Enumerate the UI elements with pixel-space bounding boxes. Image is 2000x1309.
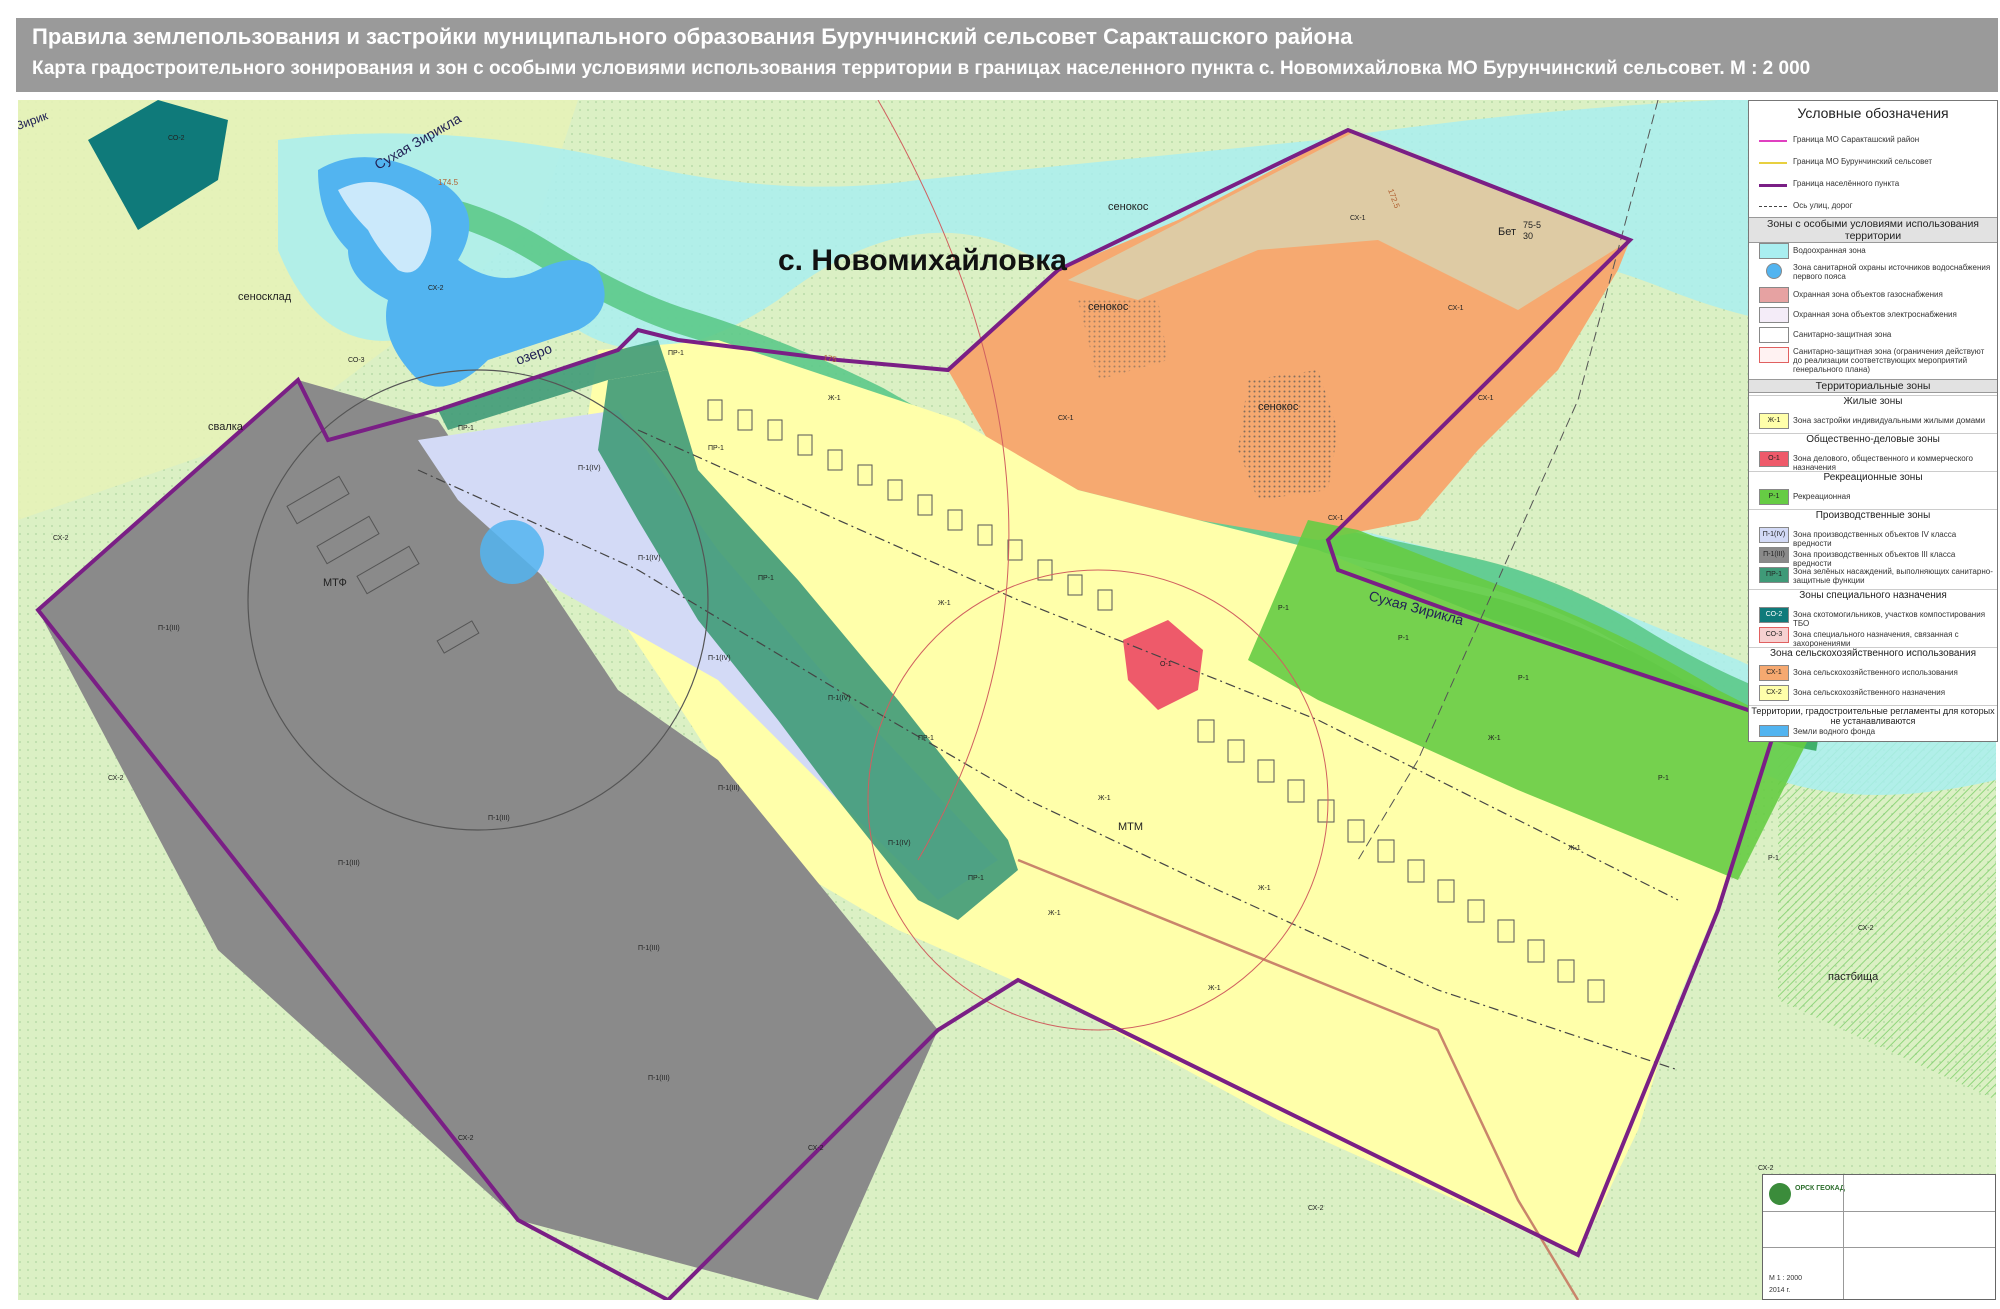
svg-text:О-1: О-1 xyxy=(1160,661,1172,668)
svg-text:П-1(III): П-1(III) xyxy=(488,815,510,822)
svg-text:СХ-1: СХ-1 xyxy=(1058,415,1074,422)
svg-text:СО-3: СО-3 xyxy=(348,357,365,364)
hay-store-label: сеносклад xyxy=(238,291,292,303)
svg-text:П-1(III): П-1(III) xyxy=(158,625,180,632)
svg-text:П-1(III): П-1(III) xyxy=(638,945,660,952)
map-sheet: Правила землепользования и застройки мун… xyxy=(0,0,2000,1309)
svg-text:П-1(IV): П-1(IV) xyxy=(708,655,731,662)
title-block: ОРСК ГЕОКАД М 1 : 2000 2014 г. xyxy=(1762,1174,1996,1300)
svg-text:СХ-2: СХ-2 xyxy=(458,1135,474,1142)
mtm-label: МТМ xyxy=(1118,821,1143,833)
svg-text:П-1(IV): П-1(IV) xyxy=(888,840,911,847)
svg-text:СХ-1: СХ-1 xyxy=(1448,305,1464,312)
svg-text:СХ-2: СХ-2 xyxy=(108,775,124,782)
legend-title: Условные обозначения xyxy=(1797,105,1949,121)
svg-text:ПР-1: ПР-1 xyxy=(458,425,474,432)
svg-text:ПР-1: ПР-1 xyxy=(668,350,684,357)
svg-text:Ж-1: Ж-1 xyxy=(938,600,951,607)
svg-text:ПР-1: ПР-1 xyxy=(708,445,724,452)
svg-text:75-5: 75-5 xyxy=(1523,220,1541,230)
sheet-title: Правила землепользования и застройки мун… xyxy=(32,24,1353,49)
svg-text:СХ-1: СХ-1 xyxy=(1350,215,1366,222)
sanitary-zone-circle xyxy=(480,520,544,584)
svg-text:30: 30 xyxy=(1523,231,1533,241)
svg-text:Р-1: Р-1 xyxy=(1518,675,1529,682)
svg-text:П-1(III): П-1(III) xyxy=(648,1075,670,1082)
svg-text:П-1(IV): П-1(IV) xyxy=(828,695,851,702)
scale-text: М 1 : 2000 xyxy=(1769,1275,1803,1282)
svg-text:СХ-1: СХ-1 xyxy=(1328,515,1344,522)
dump-label: свалка xyxy=(208,421,244,433)
svg-text:П-1(IV): П-1(IV) xyxy=(638,555,661,562)
pasture-label: пастбища xyxy=(1828,971,1879,983)
svg-text:Ж-1: Ж-1 xyxy=(1098,795,1111,802)
svg-text:СХ-2: СХ-2 xyxy=(428,285,444,292)
svg-text:ПР-1: ПР-1 xyxy=(918,735,934,742)
legend-section-territorial: Территориальные зоны xyxy=(1749,379,1997,393)
year-text: 2014 г. xyxy=(1769,1287,1791,1294)
svg-text:Ж-1: Ж-1 xyxy=(1048,910,1061,917)
zoning-map[interactable]: с. Новомихайловка Сухая Зирикла Сухая Зи… xyxy=(18,100,1996,1300)
svg-text:Ж-1: Ж-1 xyxy=(1488,735,1501,742)
svg-text:П-1(III): П-1(III) xyxy=(338,860,360,867)
svg-text:СХ-2: СХ-2 xyxy=(808,1145,824,1152)
svg-text:ПР-1: ПР-1 xyxy=(968,875,984,882)
sheet-subtitle: Карта градостроительного зонирования и з… xyxy=(32,58,1811,79)
legend-section-special: Зоны с особыми условиями использования т… xyxy=(1749,217,1997,243)
svg-text:ПР-1: ПР-1 xyxy=(758,575,774,582)
svg-text:СО-2: СО-2 xyxy=(168,135,185,142)
sheet-header: Правила землепользования и застройки мун… xyxy=(16,18,1998,92)
svg-text:СХ-2: СХ-2 xyxy=(1858,925,1874,932)
svg-text:Р-1: Р-1 xyxy=(1768,855,1779,862)
svg-text:174.5: 174.5 xyxy=(438,178,459,187)
map-legend: Условные обозначения Граница МО Саракташ… xyxy=(1748,100,1998,742)
hay-label-1: сенокос xyxy=(1108,201,1149,213)
svg-text:Ж-1: Ж-1 xyxy=(1568,845,1581,852)
bet-label: Бет xyxy=(1498,226,1516,238)
svg-text:П-1(IV): П-1(IV) xyxy=(578,465,601,472)
company-name: ОРСК ГЕОКАД xyxy=(1795,1185,1845,1192)
svg-text:Ж-1: Ж-1 xyxy=(828,395,841,402)
svg-text:Р-1: Р-1 xyxy=(1658,775,1669,782)
svg-text:СХ-2: СХ-2 xyxy=(1308,1205,1324,1212)
company-logo-icon xyxy=(1769,1183,1791,1205)
svg-text:СХ-1: СХ-1 xyxy=(1478,395,1494,402)
settlement-name: с. Новомихайловка xyxy=(778,244,1067,277)
svg-text:Ж-1: Ж-1 xyxy=(1258,885,1271,892)
svg-text:П-1(III): П-1(III) xyxy=(718,785,740,792)
hay-label-2: сенокос xyxy=(1088,301,1129,313)
svg-text:СХ-2: СХ-2 xyxy=(1758,1165,1774,1172)
svg-text:Р-1: Р-1 xyxy=(1398,635,1409,642)
mtf-label: МТФ xyxy=(323,577,347,589)
hay-label-3: сенокос xyxy=(1258,401,1299,413)
svg-text:Ж-1: Ж-1 xyxy=(1208,985,1221,992)
svg-text:Р-1: Р-1 xyxy=(1278,605,1289,612)
svg-text:СХ-2: СХ-2 xyxy=(53,535,69,542)
